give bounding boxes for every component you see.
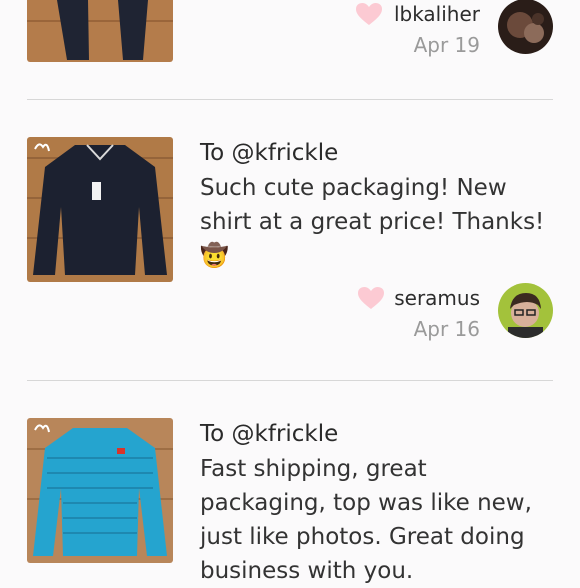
heart-icon[interactable] bbox=[355, 2, 383, 26]
product-thumbnail[interactable] bbox=[27, 0, 173, 62]
product-thumbnail[interactable] bbox=[27, 418, 173, 563]
review-recipient[interactable]: To @kfrickle bbox=[200, 421, 338, 447]
review-date: Apr 16 bbox=[413, 317, 480, 341]
review-message-text: Fast shipping, great packaging, top was … bbox=[200, 456, 532, 584]
cowboy-emoji-icon: 🤠 bbox=[200, 243, 229, 269]
review-recipient[interactable]: To @kfrickle bbox=[200, 140, 338, 166]
avatar[interactable] bbox=[498, 283, 553, 338]
review-date: Apr 19 bbox=[413, 33, 480, 57]
reviewer-username[interactable]: lbkaliher bbox=[394, 2, 480, 26]
review-item: To @kfrickle Fast shipping, great packag… bbox=[0, 381, 580, 584]
product-thumbnail[interactable] bbox=[27, 137, 173, 282]
review-message: Such cute packaging! New shirt at a grea… bbox=[200, 171, 555, 273]
avatar[interactable] bbox=[498, 0, 553, 54]
reviewer-username[interactable]: seramus bbox=[394, 286, 480, 310]
review-message: Fast shipping, great packaging, top was … bbox=[200, 452, 550, 588]
heart-icon[interactable] bbox=[357, 286, 385, 310]
review-item: lbkaliher Apr 19 bbox=[0, 0, 580, 100]
review-message-text: Such cute packaging! New shirt at a grea… bbox=[200, 175, 545, 235]
review-item: To @kfrickle Such cute packaging! New sh… bbox=[0, 100, 580, 380]
